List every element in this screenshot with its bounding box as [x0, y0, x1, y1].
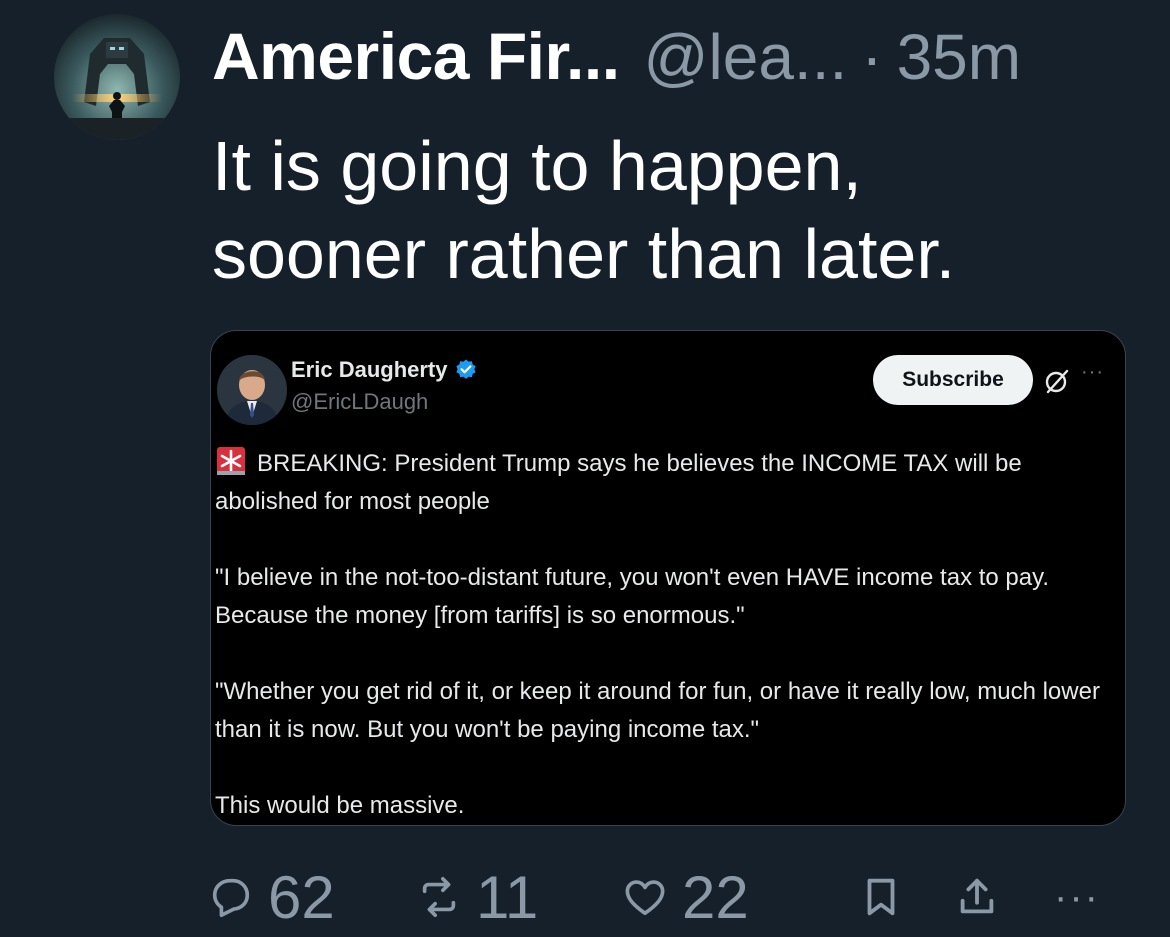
embedded-author-name: Eric Daugherty [291, 357, 448, 382]
embedded-post-body: BREAKING: President Trump says he believ… [215, 445, 1121, 825]
reply-icon [212, 878, 250, 918]
like-count: 22 [682, 863, 749, 931]
post-header: America Fir... @lea... · 35m [212, 18, 1021, 98]
author-display-name[interactable]: America Fir... [212, 18, 620, 94]
post: America Fir... @lea... · 35m It is going… [0, 0, 1170, 937]
reply-count: 62 [268, 863, 335, 931]
separator-dot: · [861, 21, 883, 93]
heart-icon [625, 880, 665, 916]
embedded-avatar-image [217, 355, 287, 425]
bookmark-icon [867, 878, 895, 916]
reply-button[interactable]: 62 [208, 862, 335, 932]
like-button[interactable]: 22 [622, 862, 749, 932]
post-timestamp[interactable]: 35m [897, 20, 1022, 94]
subscribe-button: Subscribe [873, 355, 1033, 405]
share-button[interactable] [954, 862, 1000, 932]
action-bar: 62 11 22 ··· [208, 862, 1120, 932]
post-text-line: sooner rather than later. [212, 215, 956, 293]
bookmark-button[interactable] [858, 862, 904, 932]
embedded-name-row: Eric Daugherty [291, 357, 478, 383]
embedded-paragraph: This would be massive. [215, 792, 465, 819]
embedded-more-icon: ··· [1081, 361, 1104, 383]
post-text: It is going to happen, sooner rather tha… [212, 122, 1112, 298]
repost-icon [422, 876, 456, 918]
more-button[interactable]: ··· [1054, 862, 1100, 932]
embedded-author-handle: @EricLDaugh [291, 389, 429, 414]
avatar-image [54, 14, 180, 140]
share-icon [960, 878, 994, 914]
embedded-paragraph: "I believe in the not-too-distant future… [215, 564, 1049, 629]
post-text-line: It is going to happen, [212, 127, 862, 205]
embedded-avatar [217, 355, 287, 425]
more-icon: ··· [1054, 874, 1100, 919]
repost-count: 11 [476, 863, 539, 931]
grok-icon [1045, 369, 1069, 394]
embedded-paragraph: BREAKING: President Trump says he believ… [215, 445, 1121, 521]
verified-badge-icon [455, 359, 476, 379]
embedded-paragraph: "Whether you get rid of it, or keep it a… [215, 678, 1100, 743]
siren-emoji-icon [217, 447, 245, 475]
author-avatar[interactable] [54, 14, 180, 140]
author-handle[interactable]: @lea... [644, 20, 848, 94]
embedded-paragraph-text: BREAKING: President Trump says he believ… [215, 450, 1022, 515]
attached-image[interactable]: Eric Daugherty @EricLDaugh Subscribe ···… [210, 330, 1126, 826]
repost-button[interactable]: 11 [416, 862, 538, 932]
